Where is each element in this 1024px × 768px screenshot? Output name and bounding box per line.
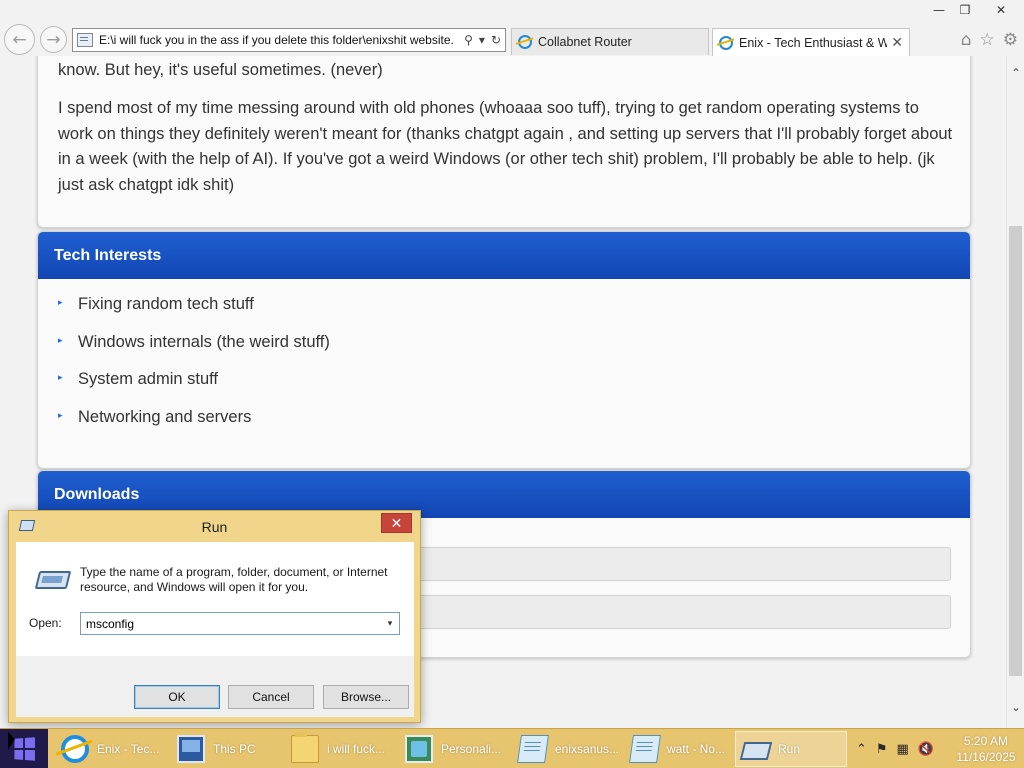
network-icon[interactable]: ▦	[897, 742, 909, 757]
taskbar-item-enixsanus[interactable]: enixsanus...	[512, 731, 624, 767]
search-icon[interactable]: ⚲	[464, 33, 473, 47]
download-item[interactable]	[388, 595, 951, 629]
internet-explorer-icon	[518, 35, 532, 49]
tab-title: Enix - Tech Enthusiast & Wi...	[739, 35, 888, 50]
clock-time: 5:20 AM	[963, 734, 1009, 748]
favorites-star-icon[interactable]: ☆	[980, 30, 995, 50]
open-input[interactable]	[81, 616, 381, 631]
taskbar-item-label: watt - No...	[667, 742, 726, 756]
about-card: know. But hey, it's useful sometimes. (n…	[37, 56, 971, 228]
scroll-thumb[interactable]	[1009, 226, 1022, 676]
back-arrow-icon: ←	[12, 29, 27, 50]
personalization-icon	[405, 735, 433, 763]
run-titlebar[interactable]: Run ✕	[9, 511, 420, 542]
notepad-icon	[629, 735, 661, 763]
card-header-title: Tech Interests	[38, 232, 970, 279]
close-button[interactable]: ✕	[381, 513, 412, 533]
run-icon	[739, 742, 773, 760]
run-content: Type the name of a program, folder, docu…	[16, 542, 414, 656]
list-item: ▸ Windows internals (the weird stuff)	[58, 333, 970, 371]
list-item-label: Windows internals (the weird stuff)	[78, 332, 330, 351]
list-item: ▸ System admin stuff	[58, 370, 970, 408]
run-dialog: Run ✕ Type the name of a program, folder…	[8, 510, 421, 723]
forward-button[interactable]: →	[40, 26, 67, 53]
gear-icon[interactable]: ⚙	[1003, 30, 1018, 50]
home-icon[interactable]: ⌂	[961, 30, 972, 50]
taskbar-item-watt[interactable]: watt - No...	[624, 731, 736, 767]
run-icon	[34, 571, 72, 589]
bullet-arrow-icon: ▸	[58, 297, 63, 307]
tab-close-icon[interactable]: ✕	[891, 34, 903, 51]
folder-icon	[291, 732, 319, 763]
open-combobox[interactable]: ▾	[80, 612, 400, 635]
open-label: Open:	[29, 616, 62, 630]
taskbar: Enix - Tec... This PC i will fuck... Per…	[0, 728, 1024, 768]
volume-muted-icon[interactable]: 🔇	[918, 742, 934, 757]
tab-enix[interactable]: Enix - Tech Enthusiast & Wi... ✕	[712, 28, 910, 56]
bullet-arrow-icon: ▸	[58, 409, 63, 420]
windows-logo-icon	[14, 737, 35, 761]
taskbar-item-enix[interactable]: Enix - Tec...	[54, 731, 166, 767]
chevron-down-icon[interactable]: ▾	[479, 33, 485, 47]
tab-collabnet-router[interactable]: Collabnet Router	[511, 28, 709, 55]
clock-date: 11/16/2025	[956, 750, 1016, 764]
command-icons: ⌂ ☆ ⚙	[961, 30, 1018, 50]
scroll-down-icon[interactable]: ⌄	[1007, 700, 1024, 714]
clock[interactable]: 5:20 AM 11/16/2025	[948, 733, 1024, 765]
this-pc-icon	[177, 735, 205, 763]
scroll-up-icon[interactable]: ⌃	[1007, 66, 1024, 80]
internet-explorer-icon	[61, 735, 89, 763]
bullet-arrow-icon: ▸	[58, 334, 63, 345]
local-file-icon	[77, 33, 93, 47]
taskbar-item-personalization[interactable]: Personali...	[398, 731, 510, 767]
notification-area: ⌃ ⚑ ▦ 🔇 5:20 AM 11/16/2025	[856, 729, 1024, 768]
list-item: ▸ Fixing random tech stuff	[58, 295, 970, 333]
window-controls: — ❐ ✕	[926, 0, 1024, 22]
notepad-icon	[517, 735, 549, 763]
taskbar-item-run[interactable]: Run	[735, 731, 847, 767]
cancel-button[interactable]: Cancel	[228, 685, 314, 709]
taskbar-item-label: Run	[778, 742, 801, 756]
about-paragraph: I spend most of my time messing around w…	[58, 99, 953, 194]
chevron-up-icon[interactable]: ⌃	[856, 742, 867, 757]
minimize-button[interactable]: —	[926, 0, 952, 20]
taskbar-item-label: enixsanus...	[555, 742, 620, 756]
taskbar-item-label: This PC	[213, 742, 256, 756]
internet-explorer-icon	[719, 35, 733, 50]
download-item[interactable]	[388, 547, 951, 581]
about-paragraph: know. But hey, it's useful sometimes. (n…	[58, 61, 383, 79]
run-body: Type the name of a program, folder, docu…	[16, 542, 414, 717]
back-button[interactable]: ←	[4, 24, 35, 55]
flag-icon[interactable]: ⚑	[876, 742, 888, 757]
close-window-button[interactable]: ✕	[978, 0, 1024, 20]
list-item: ▸ Networking and servers	[58, 408, 970, 446]
tech-interests-card: Tech Interests ▸ Fixing random tech stuf…	[37, 231, 971, 469]
refresh-icon[interactable]: ↻	[491, 33, 501, 47]
ok-button[interactable]: OK	[134, 685, 220, 709]
restore-button[interactable]: ❐	[952, 0, 978, 20]
taskbar-item-folder[interactable]: i will fuck...	[284, 731, 396, 767]
taskbar-item-label: Enix - Tec...	[97, 742, 160, 756]
tab-title: Collabnet Router	[538, 35, 632, 49]
address-url[interactable]: E:\i will fuck you in the ass if you del…	[99, 33, 458, 47]
list-item-label: Networking and servers	[78, 407, 252, 426]
browser-chrome: — ❐ ✕ ← → E:\i will fuck you in the ass …	[0, 0, 1024, 56]
address-bar[interactable]: E:\i will fuck you in the ass if you del…	[72, 28, 506, 52]
vertical-scrollbar[interactable]: ⌃ ⌄	[1006, 56, 1024, 728]
mouse-cursor-icon	[8, 731, 15, 753]
dialog-title: Run	[201, 519, 228, 535]
list-item-label: Fixing random tech stuff	[78, 295, 254, 313]
run-instructions: Type the name of a program, folder, docu…	[80, 565, 388, 594]
taskbar-item-label: i will fuck...	[327, 742, 386, 756]
taskbar-item-label: Personali...	[441, 742, 502, 756]
tray-icons: ⌃ ⚑ ▦ 🔇	[856, 742, 934, 757]
forward-arrow-icon: →	[46, 29, 61, 50]
taskbar-item-this-pc[interactable]: This PC	[170, 731, 282, 767]
list-item-label: System admin stuff	[78, 370, 219, 388]
browse-button[interactable]: Browse...	[323, 685, 409, 709]
bullet-arrow-icon: ▸	[58, 372, 63, 382]
chevron-down-icon[interactable]: ▾	[381, 619, 399, 629]
interest-list: ▸ Fixing random tech stuff ▸ Windows int…	[38, 279, 970, 445]
